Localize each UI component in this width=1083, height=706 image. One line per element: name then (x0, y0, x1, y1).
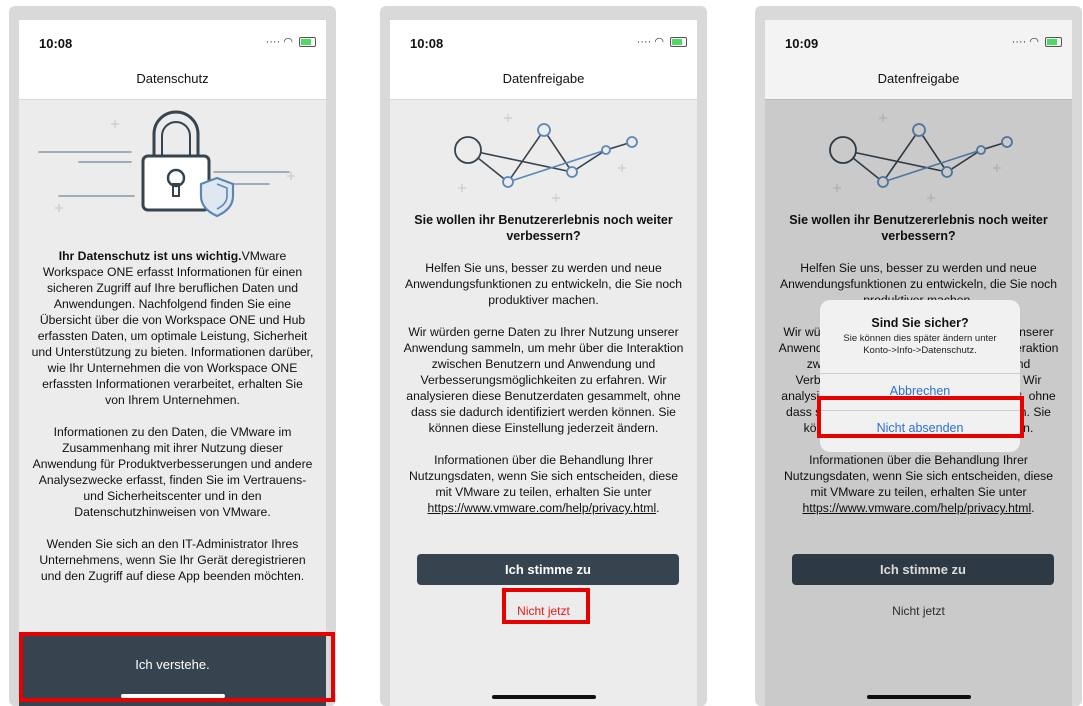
headline: Sie wollen ihr Benutzererlebnis noch wei… (414, 213, 673, 243)
highlight-box (817, 396, 1024, 438)
network-graph-illustration (454, 114, 638, 202)
phone-screenshot-3: 10:09 ···· ◠ Datenfreigabe Sie wollen ih… (755, 6, 1082, 706)
wifi-icon: ◠ (654, 36, 664, 48)
datenfreigabe-dialog-screen: 10:09 ···· ◠ Datenfreigabe Sie wollen ih… (765, 20, 1072, 706)
privacy-paragraph-2: Informationen zu den Daten, die VMware i… (32, 425, 313, 519)
privacy-link[interactable]: https://www.vmware.com/help/privacy.html (427, 501, 656, 515)
status-icons: ···· ◠ (266, 35, 316, 48)
battery-icon (1045, 37, 1062, 48)
agree-button-label: Ich stimme zu (505, 562, 591, 577)
wifi-icon: ◠ (283, 36, 293, 48)
nav-bar: Datenschutz (19, 66, 326, 100)
nav-title: Datenfreigabe (877, 71, 960, 86)
agree-button[interactable]: Ich stimme zu (417, 554, 679, 585)
link-suffix: . (656, 501, 660, 515)
padlock-shield-illustration (38, 110, 295, 218)
home-indicator (492, 695, 596, 699)
phone-screenshot-2: 10:08 ···· ◠ Datenfreigabe Sie wollen ih… (380, 6, 707, 706)
nav-title: Datenfreigabe (502, 71, 585, 86)
paragraph-3-text: Informationen über die Behandlung Ihrer … (409, 453, 678, 499)
data-sharing-paragraph-3: Informationen über die Behandlung Ihrer … (402, 452, 685, 516)
alert-message: Sie können dies später ändern unter Kont… (843, 333, 997, 356)
status-bar: 10:09 ···· ◠ (765, 20, 1072, 66)
nav-bar: Datenfreigabe (765, 66, 1072, 100)
datenschutz-screen: 10:08 ···· ◠ Datenschutz Ihr Datenschutz… (19, 20, 326, 706)
privacy-paragraph-3: Wenden Sie sich an den IT-Administrator … (39, 537, 306, 583)
privacy-text: Ihr Datenschutz ist uns wichtig.VMware W… (19, 248, 326, 584)
alert-title: Sind Sie sicher? (871, 316, 969, 330)
data-sharing-paragraph-2: Wir würden gerne Daten zu Ihrer Nutzung … (403, 325, 684, 435)
status-time: 10:09 (785, 36, 819, 51)
nav-title: Datenschutz (136, 71, 209, 86)
privacy-intro-text: VMware Workspace ONE erfasst Information… (31, 249, 314, 407)
battery-icon (299, 37, 316, 48)
privacy-intro: Ihr Datenschutz ist uns wichtig.VMware W… (31, 248, 314, 408)
wifi-icon: ◠ (1029, 36, 1039, 48)
status-time: 10:08 (39, 36, 73, 51)
data-sharing-text: Sie wollen ihr Benutzererlebnis noch wei… (390, 212, 697, 516)
signal-icon: ···· (265, 36, 281, 48)
status-icons: ···· ◠ (1012, 35, 1062, 48)
signal-icon: ···· (1011, 36, 1027, 48)
data-sharing-paragraph-1: Helfen Sie uns, besser zu werden und neu… (404, 261, 683, 307)
status-icons: ···· ◠ (637, 35, 687, 48)
status-bar: 10:08 ···· ◠ (19, 20, 326, 66)
battery-icon (670, 37, 687, 48)
nav-bar: Datenfreigabe (390, 66, 697, 100)
status-bar: 10:08 ···· ◠ (390, 20, 697, 66)
highlight-box (502, 588, 590, 624)
phone-screenshot-1: 10:08 ···· ◠ Datenschutz Ihr Datenschutz… (9, 6, 336, 706)
highlight-box (19, 632, 335, 702)
status-time: 10:08 (410, 36, 444, 51)
privacy-intro-bold: Ihr Datenschutz ist uns wichtig. (58, 249, 242, 263)
signal-icon: ···· (636, 36, 652, 48)
